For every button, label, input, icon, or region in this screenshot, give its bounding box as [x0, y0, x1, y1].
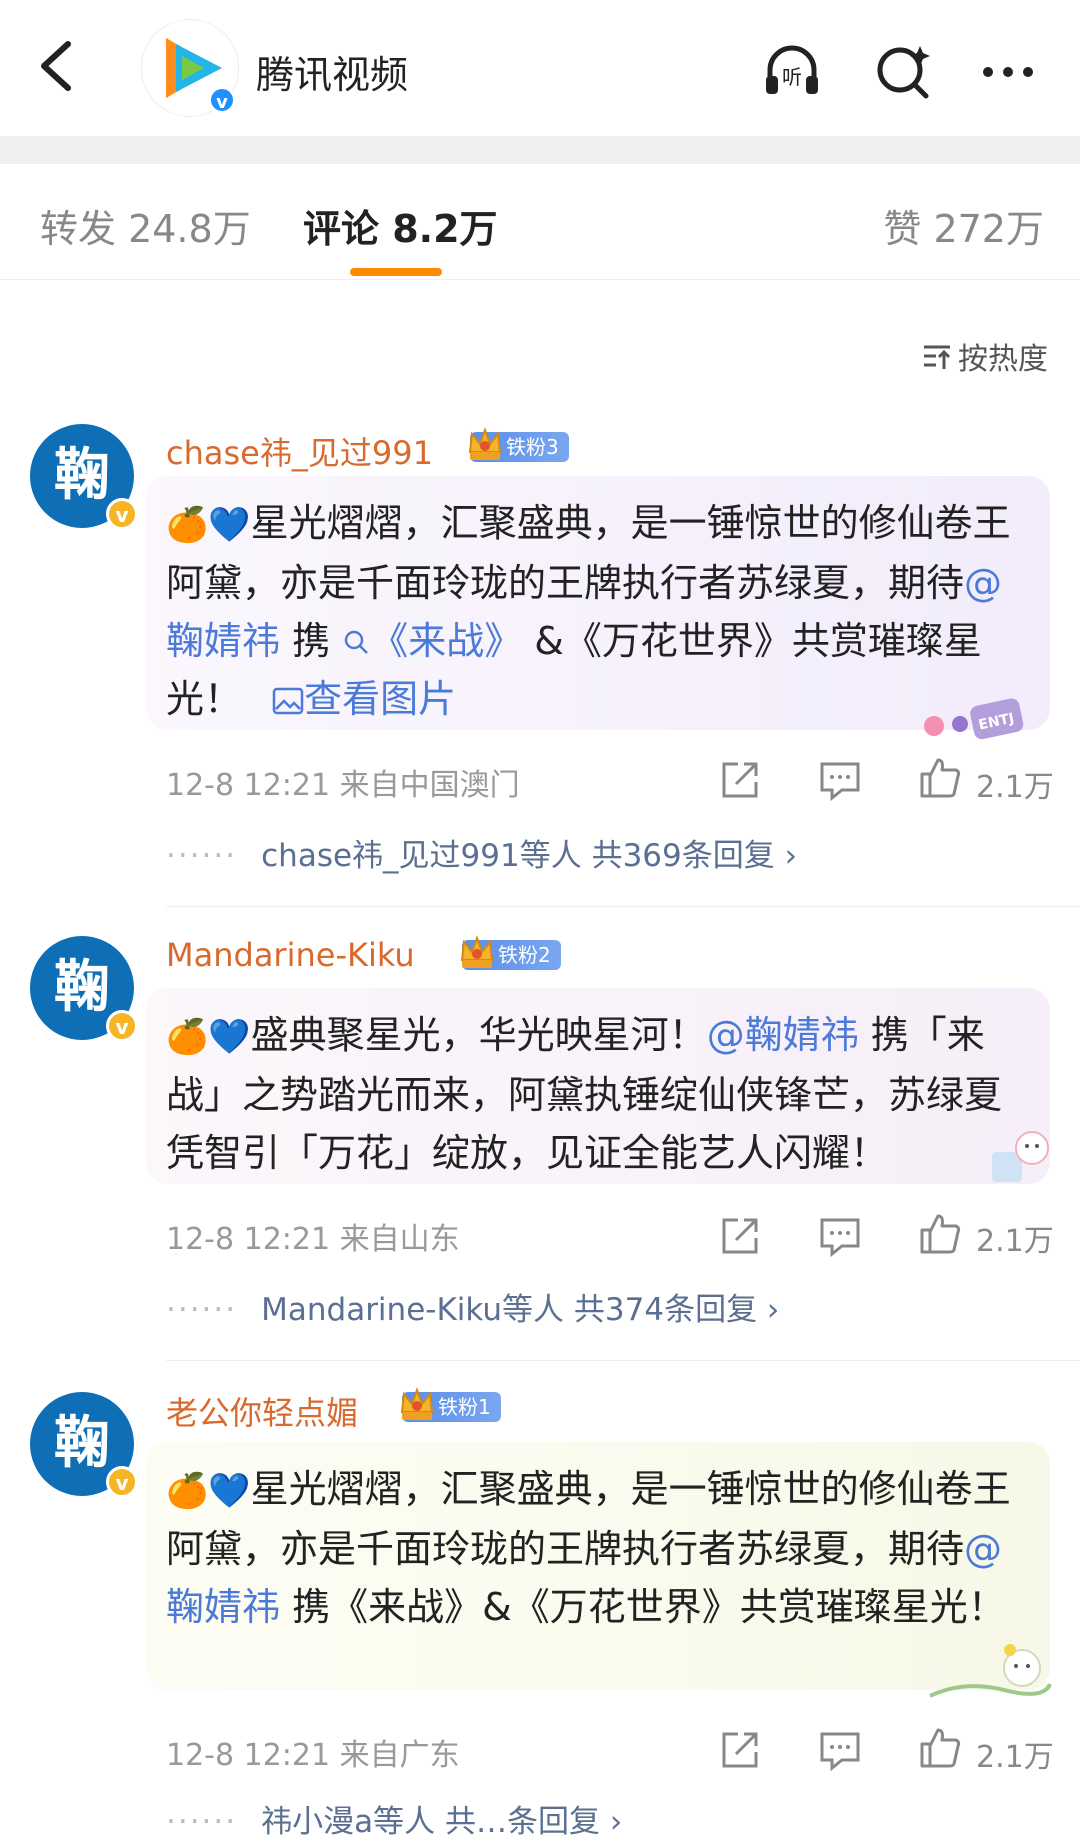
- avatar[interactable]: 鞠 v: [30, 1392, 138, 1498]
- sticker-decoration-icon: ENTJ: [924, 698, 1024, 740]
- dots-decoration: ······: [166, 1292, 238, 1328]
- comment-bubble: 🍊💙星光熠熠，汇聚盛典，是一锤惊世的修仙卷王阿黛，亦是千面玲珑的王牌执行者苏绿夏…: [146, 1442, 1050, 1690]
- fan-badge-label: 铁粉2: [498, 943, 551, 967]
- username[interactable]: 老公你轻点媚: [166, 1388, 358, 1434]
- comment-time: 12-8 12:21: [166, 1222, 331, 1257]
- tab-repost[interactable]: 转发 24.8万: [40, 198, 251, 253]
- search-icon[interactable]: [872, 40, 936, 104]
- topic-label: 《来战》: [370, 619, 523, 663]
- comment-meta: 12-8 12:21 来自广东: [166, 1730, 460, 1774]
- crown-icon: [460, 935, 494, 968]
- replies-link[interactable]: ······ Mandarine-Kiku等人 共374条回复 ›: [166, 1284, 779, 1329]
- verified-badge-icon: v: [208, 86, 236, 114]
- share-icon[interactable]: [718, 1214, 762, 1258]
- fan-badge-label: 铁粉3: [506, 435, 559, 459]
- share-icon[interactable]: [718, 1728, 762, 1772]
- view-image-label: 查看图片: [304, 677, 457, 721]
- comment-bubble: 🍊💙星光熠熠，汇聚盛典，是一锤惊世的修仙卷王阿黛，亦是千面玲珑的王牌执行者苏绿夏…: [146, 476, 1050, 730]
- comment-location: 来自中国澳门: [339, 768, 520, 803]
- mention-link[interactable]: @鞠婧祎: [707, 1013, 859, 1057]
- comment-time: 12-8 12:21: [166, 768, 331, 803]
- app-avatar[interactable]: v: [142, 20, 238, 116]
- avatar-char: 鞠: [54, 443, 110, 508]
- comment-meta: 12-8 12:21 来自山东: [166, 1214, 460, 1258]
- search-small-icon: [344, 630, 369, 654]
- username[interactable]: chase祎_见过991: [166, 428, 433, 474]
- verified-badge-icon: v: [106, 1010, 138, 1042]
- comment-bubble: 🍊💙盛典聚星光，华光映星河！@鞠婧祎 携「来战」之势踏光而来，阿黛执锤绽仙侠锋芒…: [146, 988, 1050, 1184]
- fan-badge: 铁粉1: [400, 1387, 501, 1422]
- dots-decoration: ······: [166, 838, 238, 874]
- tab-like[interactable]: 赞 272万: [883, 198, 1044, 253]
- avatar-char: 鞠: [54, 1411, 110, 1476]
- active-tab-indicator: [350, 268, 442, 276]
- crown-icon: [468, 427, 502, 460]
- reply-icon[interactable]: [818, 758, 862, 802]
- share-icon[interactable]: [718, 758, 762, 802]
- replies-who: chase祎_见过991等人: [261, 838, 582, 874]
- divider: [166, 906, 1080, 907]
- verified-badge-icon: v: [106, 498, 138, 530]
- emoji: 🍊💙: [166, 1471, 251, 1511]
- like-count: 2.1万: [976, 1224, 1054, 1259]
- verified-badge-icon: v: [106, 1466, 138, 1498]
- page-title: 腾讯视频: [256, 53, 409, 97]
- like-count: 2.1万: [976, 770, 1054, 805]
- username[interactable]: Mandarine-Kiku: [166, 936, 415, 974]
- tab-bar: 转发 24.8万 评论 8.2万 赞 272万: [0, 164, 1080, 280]
- reply-icon[interactable]: [818, 1728, 862, 1772]
- dots-decoration: ······: [166, 1804, 238, 1840]
- replies-link[interactable]: ······ 祎小漫a等人 共…条回复 ›: [166, 1796, 622, 1841]
- avatar[interactable]: 鞠 v: [30, 936, 138, 1042]
- sort-icon: [924, 345, 951, 369]
- top-bar: v 腾讯视频 听: [0, 0, 1080, 126]
- replies-count: 共369条回复 ›: [591, 838, 797, 874]
- replies-count: 共374条回复 ›: [573, 1292, 780, 1328]
- comment-text: 星光熠熠，汇聚盛典，是一锤惊世的修仙卷王阿黛，亦是千面玲珑的王牌执行者苏绿夏，期…: [166, 501, 1011, 605]
- like-icon[interactable]: [918, 1212, 962, 1256]
- tab-comment[interactable]: 评论 8.2万: [303, 198, 498, 253]
- svg-text:听: 听: [782, 65, 802, 89]
- crown-icon: [400, 1387, 434, 1420]
- reply-icon[interactable]: [818, 1214, 862, 1258]
- sort-toggle[interactable]: 按热度: [922, 334, 1048, 378]
- sticker-decoration-icon: [929, 1644, 1052, 1698]
- replies-who: Mandarine-Kiku等人: [261, 1292, 565, 1328]
- replies-who: 祎小漫a等人: [261, 1804, 436, 1840]
- comment-location: 来自山东: [339, 1222, 460, 1257]
- avatar-char: 鞠: [54, 955, 110, 1020]
- fan-badge: 铁粉3: [468, 427, 569, 462]
- emoji: 🍊💙: [166, 505, 251, 545]
- listen-icon[interactable]: 听: [760, 40, 824, 104]
- sort-label: 按热度: [958, 342, 1048, 377]
- like-icon[interactable]: [918, 1726, 962, 1770]
- avatar[interactable]: 鞠 v: [30, 424, 138, 530]
- comment-meta: 12-8 12:21 来自中国澳门: [166, 760, 520, 804]
- image-icon: [272, 687, 304, 715]
- sticker-decoration-icon: [992, 1131, 1049, 1182]
- comment-text: 盛典聚星光，华光映星河！: [250, 1013, 707, 1057]
- emoji: 🍊💙: [166, 1017, 251, 1057]
- replies-count: 共…条回复 ›: [444, 1804, 623, 1840]
- more-icon[interactable]: [976, 40, 1040, 104]
- back-arrow-icon[interactable]: [34, 38, 78, 94]
- topic-link[interactable]: 《来战》: [342, 619, 522, 663]
- comment-text: 携: [280, 619, 331, 663]
- section-separator: [0, 136, 1080, 164]
- like-count: 2.1万: [976, 1740, 1054, 1775]
- fan-badge: 铁粉2: [460, 935, 561, 970]
- divider: [166, 1360, 1080, 1361]
- fan-badge-label: 铁粉1: [438, 1395, 491, 1419]
- replies-link[interactable]: ······ chase祎_见过991等人 共369条回复 ›: [166, 830, 797, 875]
- comment-text: 携《来战》&《万花世界》共赏璀璨星光！: [280, 1585, 1006, 1629]
- comment-location: 来自广东: [339, 1738, 460, 1773]
- like-icon[interactable]: [918, 756, 962, 800]
- comment-time: 12-8 12:21: [166, 1738, 331, 1773]
- comment-text: 星光熠熠，汇聚盛典，是一锤惊世的修仙卷王阿黛，亦是千面玲珑的王牌执行者苏绿夏，期…: [166, 1467, 1011, 1571]
- view-image-link[interactable]: 查看图片: [272, 677, 456, 721]
